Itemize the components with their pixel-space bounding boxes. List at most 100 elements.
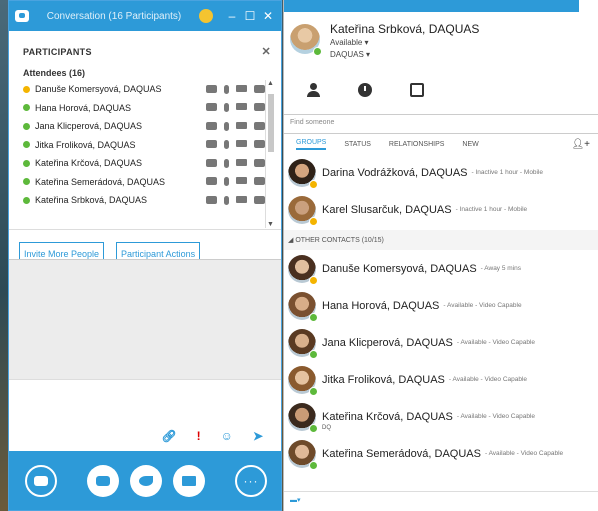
tab-conversations[interactable] (354, 77, 376, 103)
contact-row[interactable]: Kateřina Semerádová, DAQUAS - Available -… (284, 435, 598, 472)
participant-row[interactable]: Kateřina Krčová, DAQUAS (9, 154, 281, 173)
im-icon[interactable] (206, 158, 217, 167)
participant-row[interactable]: Kateřina Srbková, DAQUAS (9, 191, 281, 210)
call-button[interactable] (130, 465, 162, 497)
microphone-icon[interactable] (224, 140, 229, 150)
add-contact-icon[interactable]: 👤︎+ (571, 139, 590, 150)
microphone-icon[interactable] (224, 84, 229, 94)
contact-row[interactable]: Hana Horová, DAQUAS - Available - Video C… (284, 287, 598, 324)
presentation-icon[interactable] (254, 140, 265, 149)
avatar[interactable] (288, 254, 318, 285)
participants-panel: PARTICIPANTS ✕ Attendees (16) Danuše Kom… (9, 31, 281, 278)
search-input[interactable]: Find someone (284, 114, 598, 134)
presence-dot (23, 122, 30, 130)
contact-row[interactable]: Darina Vodrážková, DAQUAS - Inactive 1 ho… (284, 154, 598, 191)
presentation-icon[interactable] (254, 121, 265, 130)
contact-row[interactable]: Jana Klicperová, DAQUAS - Available - Vid… (284, 324, 598, 361)
more-options-button[interactable]: ··· (235, 465, 267, 497)
participant-list-scrollbar[interactable]: ▲ ▼ (265, 80, 275, 228)
tab-contacts[interactable] (302, 77, 324, 103)
video-icon[interactable] (236, 103, 247, 111)
im-icon[interactable] (206, 103, 217, 112)
contact-name: Kateřina Krčová, DAQUAS (322, 410, 453, 423)
participant-row[interactable]: Kateřina Semerádová, DAQUAS (9, 173, 281, 192)
microphone-icon[interactable] (224, 121, 229, 131)
tab-relationships[interactable]: RELATIONSHIPS (389, 141, 445, 148)
im-icon[interactable] (206, 177, 217, 186)
group-header-other-contacts[interactable]: ◢ OTHER CONTACTS (10/15) (284, 230, 598, 250)
im-icon[interactable] (206, 84, 217, 93)
contact-status: - Available - Video Capable (443, 302, 522, 309)
presentation-icon[interactable] (254, 177, 265, 186)
call-controls-bar: ··· (9, 451, 281, 510)
tab-groups[interactable]: GROUPS (296, 139, 327, 150)
person-icon (306, 83, 320, 97)
im-button[interactable] (25, 465, 57, 497)
close-participants-button[interactable]: ✕ (261, 45, 271, 58)
presentation-icon[interactable] (254, 158, 265, 167)
contact-status: - Away 5 mins (480, 265, 522, 272)
avatar[interactable] (288, 439, 318, 470)
avatar[interactable] (288, 365, 318, 396)
tab-status[interactable]: STATUS (344, 141, 371, 148)
scroll-down-arrow-icon[interactable]: ▼ (267, 221, 274, 228)
emoticon-icon[interactable] (199, 9, 213, 23)
video-icon[interactable] (236, 158, 247, 166)
participant-row[interactable]: Hana Horová, DAQUAS (9, 99, 281, 118)
minimize-button[interactable]: – (225, 9, 239, 23)
close-window-button[interactable]: ✕ (261, 9, 275, 23)
scroll-up-arrow-icon[interactable]: ▲ (267, 80, 274, 87)
avatar[interactable] (288, 328, 318, 359)
contact-row[interactable]: Kateřina Krčová, DAQUAS - Available - Vid… (284, 398, 598, 435)
my-location-dropdown[interactable]: DAQUAS ▾ (330, 50, 370, 59)
microphone-icon[interactable] (224, 177, 229, 187)
maximize-button[interactable]: ☐ (243, 9, 257, 23)
im-icon[interactable] (206, 140, 217, 149)
message-compose-area[interactable]: 🔗︎ ! ☺︎ ➤ (9, 379, 281, 451)
presentation-icon[interactable] (254, 103, 265, 112)
header-accent-strip (284, 0, 579, 12)
video-icon[interactable] (236, 177, 247, 185)
participant-row[interactable]: Jana Klicperová, DAQUAS (9, 117, 281, 136)
contact-row[interactable]: Jitka Froliková, DAQUAS - Available - Vid… (284, 361, 598, 398)
video-icon[interactable] (236, 84, 247, 92)
presentation-icon[interactable] (254, 195, 265, 204)
present-button[interactable] (173, 465, 205, 497)
main-tabs (284, 68, 598, 112)
participant-row[interactable]: Danuše Komersyová, DAQUAS (9, 80, 281, 99)
microphone-icon[interactable] (224, 158, 229, 168)
my-avatar[interactable] (290, 24, 322, 56)
conversation-history-area (9, 259, 281, 379)
send-icon[interactable]: ➤ (253, 429, 263, 443)
im-icon[interactable] (206, 121, 217, 130)
im-icon[interactable] (206, 195, 217, 204)
presence-dot (23, 141, 30, 149)
attach-file-icon[interactable]: 🔗︎ (161, 429, 176, 443)
presence-available-icon (309, 312, 318, 322)
video-button[interactable] (87, 465, 119, 497)
tab-meetings[interactable] (406, 77, 428, 103)
avatar[interactable] (288, 291, 318, 322)
filter-tabs: GROUPS STATUS RELATIONSHIPS NEW 👤︎+ (284, 134, 598, 154)
microphone-icon[interactable] (224, 195, 229, 205)
emoticon-picker-icon[interactable]: ☺︎ (221, 429, 233, 443)
scrollbar-thumb[interactable] (268, 94, 274, 152)
my-status-dropdown[interactable]: Available ▾ (330, 38, 369, 47)
high-importance-icon[interactable]: ! (197, 429, 201, 443)
contact-row[interactable]: Danuše Komersyová, DAQUAS - Away 5 mins (284, 250, 598, 287)
avatar[interactable] (288, 195, 318, 226)
presence-away-icon (309, 216, 318, 226)
video-icon[interactable] (236, 121, 247, 129)
participant-row[interactable]: Jitka Froliková, DAQUAS (9, 136, 281, 155)
footer-menu-icon[interactable]: ▬▾ (290, 497, 301, 504)
avatar[interactable] (288, 402, 318, 433)
avatar[interactable] (288, 158, 318, 189)
video-icon[interactable] (236, 195, 247, 203)
attendees-label[interactable]: Attendees (16) (9, 62, 281, 80)
presentation-icon[interactable] (254, 84, 265, 93)
contact-row[interactable]: Karel Slusarčuk, DAQUAS - Inactive 1 hour… (284, 191, 598, 228)
tab-new[interactable]: NEW (462, 141, 478, 148)
video-icon[interactable] (236, 140, 247, 148)
contact-status: - Available - Video Capable (448, 376, 528, 383)
microphone-icon[interactable] (224, 103, 229, 113)
